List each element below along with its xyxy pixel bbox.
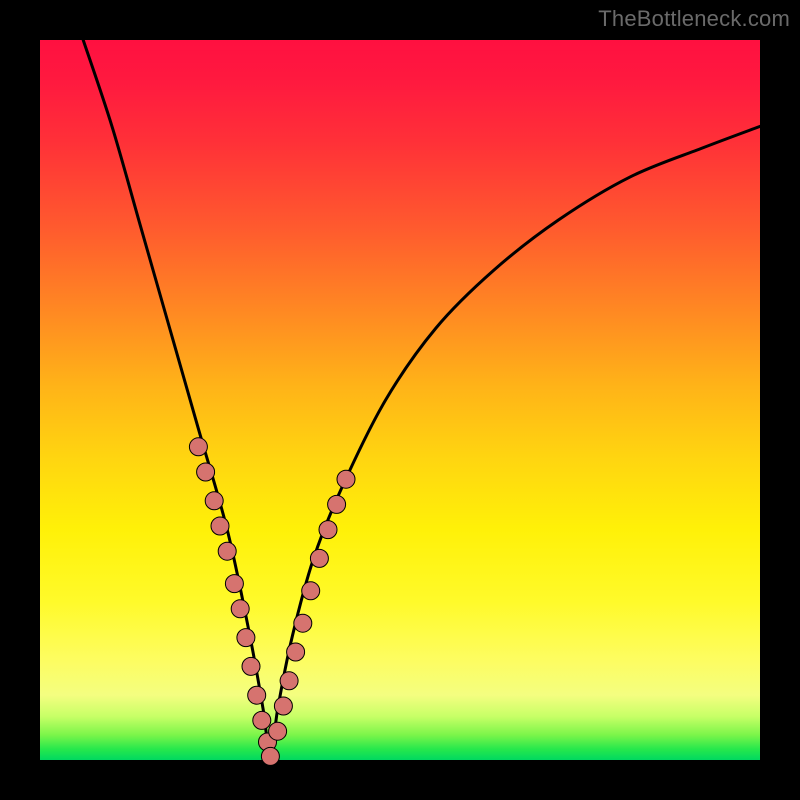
data-point — [237, 629, 255, 647]
data-point — [310, 549, 328, 567]
data-point — [253, 711, 271, 729]
data-point — [225, 575, 243, 593]
data-point — [197, 463, 215, 481]
data-point — [218, 542, 236, 560]
data-point — [302, 582, 320, 600]
chart-overlay — [40, 40, 760, 760]
data-point — [242, 657, 260, 675]
data-point — [269, 722, 287, 740]
watermark-text: TheBottleneck.com — [598, 6, 790, 32]
curve-dots-right — [269, 470, 355, 740]
data-point — [211, 517, 229, 535]
curve-dots-left — [189, 438, 279, 766]
data-point — [280, 672, 298, 690]
data-point — [205, 492, 223, 510]
data-point — [294, 614, 312, 632]
plot-area — [40, 40, 760, 760]
data-point — [337, 470, 355, 488]
data-point — [231, 600, 249, 618]
data-point — [261, 747, 279, 765]
bottleneck-curve — [83, 40, 760, 760]
data-point — [248, 686, 266, 704]
data-point — [328, 495, 346, 513]
data-point — [319, 521, 337, 539]
chart-stage: TheBottleneck.com — [0, 0, 800, 800]
data-point — [189, 438, 207, 456]
data-point — [274, 697, 292, 715]
data-point — [287, 643, 305, 661]
